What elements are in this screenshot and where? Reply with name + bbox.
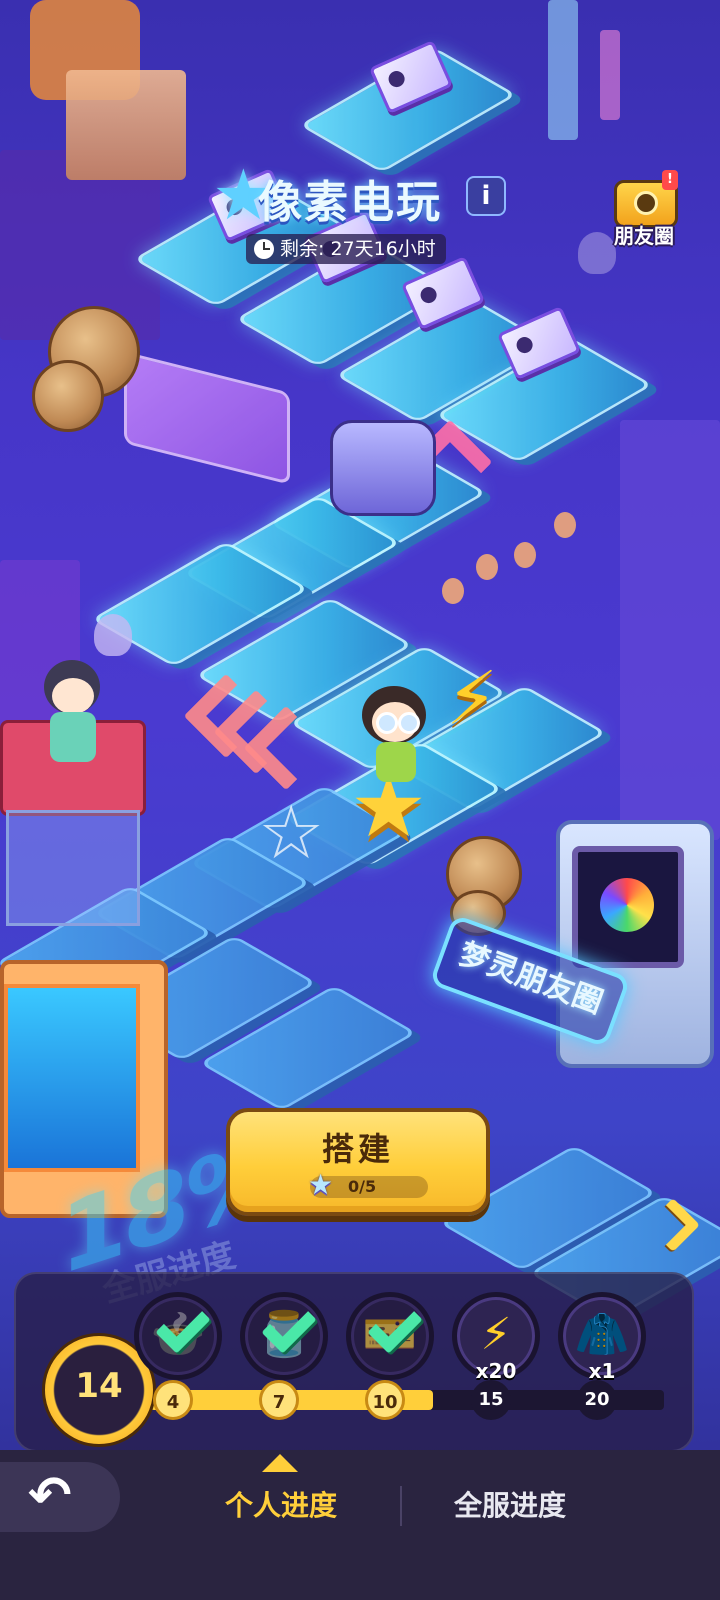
star-tile-icon: ☆ [258, 790, 325, 876]
back-button[interactable]: ↶ [0, 1462, 120, 1532]
reward-slot-4[interactable]: ⚡ x20 [452, 1292, 540, 1383]
level-number: 14 [75, 1366, 123, 1406]
time-remaining: 剩余: 27天16小时 [246, 234, 446, 264]
path-dot [514, 542, 536, 568]
build-cost-count: 0/5 [348, 1177, 377, 1196]
event-title-text: 像素电玩 [258, 177, 442, 228]
friends-circle-button[interactable]: ! 朋友圈 [602, 170, 686, 250]
event-title: ★ 像素电玩 i [212, 160, 506, 230]
path-dot [476, 554, 498, 580]
npc-boy [34, 660, 114, 780]
coin-decoration [32, 360, 104, 432]
notification-badge: ! [662, 170, 678, 190]
tab-personal-progress[interactable]: 个人进度 [196, 1482, 366, 1530]
reward-slot-1[interactable]: 🍲 [134, 1292, 222, 1380]
jacket-icon: 🧥 [574, 1309, 630, 1360]
reward-slot-5[interactable]: 🧥 x1 [558, 1292, 646, 1383]
milestone-node: 10 [365, 1380, 405, 1420]
lightning-icon: ⚡ [480, 1309, 512, 1360]
check-icon [259, 1311, 309, 1347]
tab-divider [400, 1486, 402, 1526]
player-character: ★ [350, 668, 440, 850]
check-icon [153, 1311, 203, 1347]
mystery-box-decoration [66, 70, 186, 180]
reward-quantity: x20 [475, 1359, 517, 1383]
reward-slot-3[interactable]: 🎫 [346, 1292, 434, 1380]
neon-pillar [548, 0, 578, 140]
friends-circle-label: 朋友圈 [614, 224, 674, 248]
path-dot [554, 512, 576, 538]
tab-server-progress[interactable]: 全服进度 [430, 1482, 590, 1530]
reward-quantity: x1 [588, 1359, 616, 1383]
build-button[interactable]: 搭建 ★ 0/5 [226, 1108, 490, 1216]
lightning-item-icon: ⚡ [446, 656, 498, 742]
question-block-decoration [124, 351, 290, 485]
back-arrow-icon: ↶ [28, 1466, 72, 1526]
neon-pillar [600, 30, 620, 120]
build-button-label: 搭建 [321, 1130, 394, 1168]
star-ticket-icon: ★ [308, 1168, 334, 1201]
reward-slot-2[interactable]: 🫙 [240, 1292, 328, 1380]
milestone-node: 15 [471, 1380, 511, 1420]
jacket-item-icon [330, 420, 436, 516]
path-dot [442, 578, 464, 604]
milestone-node: 7 [259, 1380, 299, 1420]
building-block [620, 420, 720, 840]
clock-icon [254, 239, 274, 259]
timer-text: 剩余: 27天16小时 [280, 238, 436, 260]
ghost-icon [94, 614, 132, 656]
milestone-node: 4 [153, 1380, 193, 1420]
check-icon [365, 1311, 415, 1347]
active-tab-caret [262, 1454, 298, 1472]
next-page-arrow-icon[interactable] [654, 1196, 694, 1252]
milestone-node: 20 [577, 1380, 617, 1420]
info-icon[interactable]: i [466, 176, 506, 216]
